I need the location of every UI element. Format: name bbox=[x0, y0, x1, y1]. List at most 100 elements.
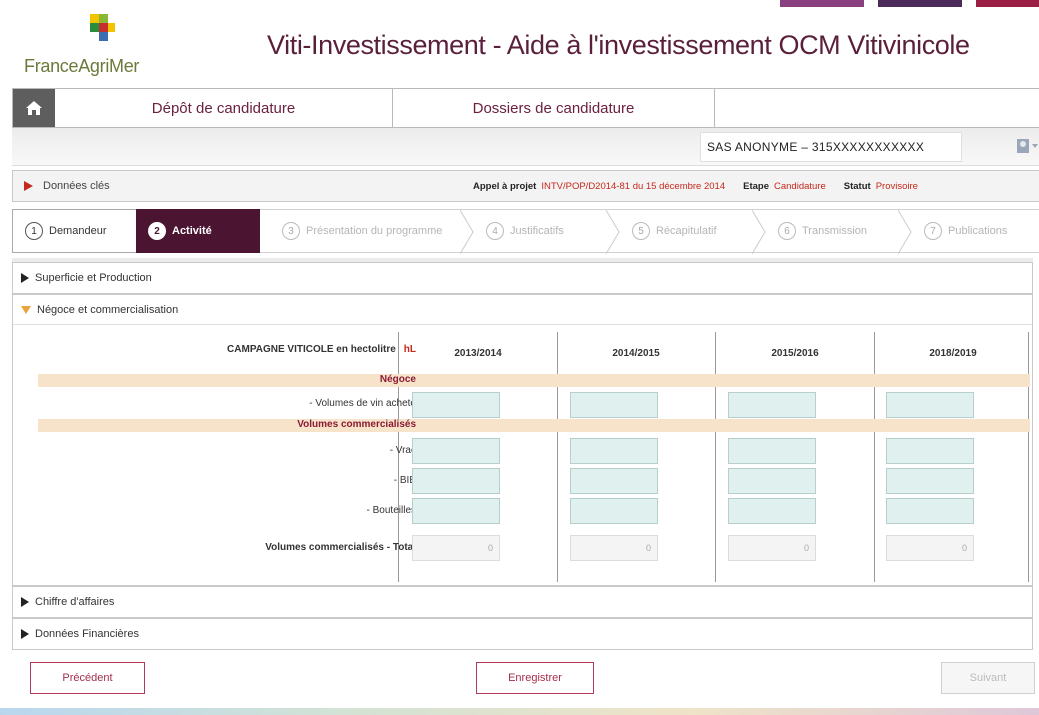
step-label: Récapitulatif bbox=[656, 225, 717, 237]
vrac-input[interactable] bbox=[570, 438, 658, 464]
logo-text: FranceAgriMer bbox=[24, 56, 140, 76]
previous-button[interactable]: Précédent bbox=[30, 662, 145, 694]
section-header[interactable]: Négoce et commercialisation bbox=[13, 295, 1032, 325]
vrac-input[interactable] bbox=[728, 438, 816, 464]
volumes-band bbox=[38, 419, 1030, 432]
collapsed-arrow-icon bbox=[21, 273, 29, 283]
etape-value: Candidature bbox=[774, 180, 826, 192]
step-label: Présentation du programme bbox=[306, 225, 443, 237]
campaign-title: CAMPAGNE VITICOLE en hectolitre hL bbox=[227, 344, 416, 355]
collapsed-arrow-icon bbox=[21, 629, 29, 639]
user-dropdown-icon[interactable] bbox=[1016, 138, 1039, 154]
bouteilles-input[interactable] bbox=[570, 498, 658, 524]
step-publications[interactable]: 7 Publications bbox=[912, 209, 1039, 253]
volumes-label: Volumes commercialisés bbox=[297, 419, 416, 430]
main-nav: Dépôt de candidature Dossiers de candida… bbox=[12, 88, 1039, 128]
home-icon bbox=[26, 101, 42, 115]
step-number: 4 bbox=[486, 222, 504, 240]
step-demandeur[interactable]: 1 Demandeur bbox=[12, 209, 136, 253]
bouteilles-label: - Bouteilles bbox=[366, 505, 416, 516]
tab-dossiers-candidature[interactable]: Dossiers de candidature bbox=[393, 89, 715, 127]
section-donnees-financieres[interactable]: Données Financières bbox=[12, 618, 1033, 650]
step-transmission[interactable]: 6 Transmission bbox=[766, 209, 912, 254]
vin-achete-input[interactable] bbox=[728, 392, 816, 418]
vin-achete-label: - Volumes de vin acheté bbox=[309, 398, 416, 409]
key-data-label: Données clés bbox=[43, 180, 110, 192]
expand-arrow-icon bbox=[24, 181, 33, 191]
step-presentation[interactable]: 3 Présentation du programme bbox=[260, 209, 474, 254]
unit-label: hL bbox=[403, 344, 416, 355]
column-separator bbox=[715, 332, 716, 582]
section-chiffre-affaires[interactable]: Chiffre d'affaires bbox=[12, 586, 1033, 618]
statut-value: Provisoire bbox=[875, 180, 918, 192]
bouteilles-input[interactable] bbox=[886, 498, 974, 524]
bib-input[interactable] bbox=[570, 468, 658, 494]
bouteilles-input[interactable] bbox=[412, 498, 500, 524]
section-superficie[interactable]: Superficie et Production bbox=[12, 262, 1033, 294]
negoce-band bbox=[38, 374, 1030, 387]
column-separator bbox=[874, 332, 875, 582]
header: FranceAgriMer Viti-Investissement - Aide… bbox=[0, 0, 1039, 86]
chevron-right-icon bbox=[606, 210, 620, 254]
expanded-arrow-icon bbox=[21, 305, 31, 314]
page-title: Viti-Investissement - Aide à l'investiss… bbox=[267, 30, 970, 60]
bib-input[interactable] bbox=[412, 468, 500, 494]
bib-input[interactable] bbox=[728, 468, 816, 494]
total-output: 0 bbox=[570, 535, 658, 561]
statut-label: Statut bbox=[843, 180, 871, 192]
section-title: Chiffre d'affaires bbox=[35, 596, 115, 608]
negoce-label: Négoce bbox=[379, 374, 416, 385]
volumes-table: CAMPAGNE VITICOLE en hectolitre hL 2013/2… bbox=[26, 332, 1030, 582]
campaign-title-text: CAMPAGNE VITICOLE en hectolitre bbox=[227, 344, 396, 355]
project-info: Appel à projet INTV/POP/D2014-81 du 15 d… bbox=[473, 171, 918, 201]
step-number: 5 bbox=[632, 222, 650, 240]
year-header: 2015/2016 bbox=[771, 348, 819, 359]
user-bar: SAS ANONYME – 315XXXXXXXXXXX bbox=[12, 128, 1039, 166]
appel-label: Appel à projet bbox=[473, 180, 537, 192]
step-label: Transmission bbox=[802, 225, 867, 237]
vrac-input[interactable] bbox=[886, 438, 974, 464]
bib-input[interactable] bbox=[886, 468, 974, 494]
section-header[interactable]: Chiffre d'affaires bbox=[13, 587, 1032, 617]
home-button[interactable] bbox=[13, 89, 55, 127]
key-data-bar[interactable]: Données clés Appel à projet INTV/POP/D20… bbox=[12, 170, 1039, 202]
vin-achete-input[interactable] bbox=[886, 392, 974, 418]
section-header[interactable]: Superficie et Production bbox=[13, 263, 1032, 293]
step-recapitulatif[interactable]: 5 Récapitulatif bbox=[620, 209, 766, 254]
step-label: Activité bbox=[172, 225, 212, 237]
step-label: Publications bbox=[948, 225, 1008, 237]
vin-achete-input[interactable] bbox=[570, 392, 658, 418]
next-button[interactable]: Suivant bbox=[941, 662, 1035, 694]
chevron-right-icon bbox=[898, 210, 912, 254]
year-header: 2018/2019 bbox=[929, 348, 977, 359]
total-output: 0 bbox=[728, 535, 816, 561]
column-separator bbox=[557, 332, 558, 582]
logo-mark-icon bbox=[90, 14, 115, 41]
bottom-strip bbox=[0, 708, 1039, 715]
section-header[interactable]: Données Financières bbox=[13, 619, 1032, 649]
step-number: 3 bbox=[282, 222, 300, 240]
wizard-steps: 1 Demandeur 2 Activité 3 Présentation du… bbox=[12, 208, 1039, 254]
franceagrimer-logo[interactable]: FranceAgriMer bbox=[24, 12, 164, 76]
step-justificatifs[interactable]: 4 Justificatifs bbox=[474, 209, 620, 254]
etape-label: Etape bbox=[743, 180, 769, 192]
collapsed-arrow-icon bbox=[21, 597, 29, 607]
bouteilles-input[interactable] bbox=[728, 498, 816, 524]
step-label: Demandeur bbox=[49, 225, 107, 237]
save-button[interactable]: Enregistrer bbox=[476, 662, 594, 694]
step-activite[interactable]: 2 Activité bbox=[136, 209, 274, 253]
year-header: 2014/2015 bbox=[612, 348, 660, 359]
section-title: Négoce et commercialisation bbox=[37, 303, 179, 316]
chevron-right-icon bbox=[460, 210, 474, 254]
chevron-right-icon bbox=[752, 210, 766, 254]
vin-achete-input[interactable] bbox=[412, 392, 500, 418]
action-bar: Précédent Enregistrer Suivant bbox=[12, 658, 1039, 702]
year-header: 2013/2014 bbox=[454, 348, 502, 359]
tab-depot-candidature[interactable]: Dépôt de candidature bbox=[55, 89, 393, 127]
step-number: 6 bbox=[778, 222, 796, 240]
section-title: Superficie et Production bbox=[35, 272, 152, 284]
appel-value: INTV/POP/D2014-81 du 15 décembre 2014 bbox=[541, 180, 726, 192]
tab-empty bbox=[715, 89, 1039, 127]
step-label: Justificatifs bbox=[510, 225, 564, 237]
vrac-input[interactable] bbox=[412, 438, 500, 464]
